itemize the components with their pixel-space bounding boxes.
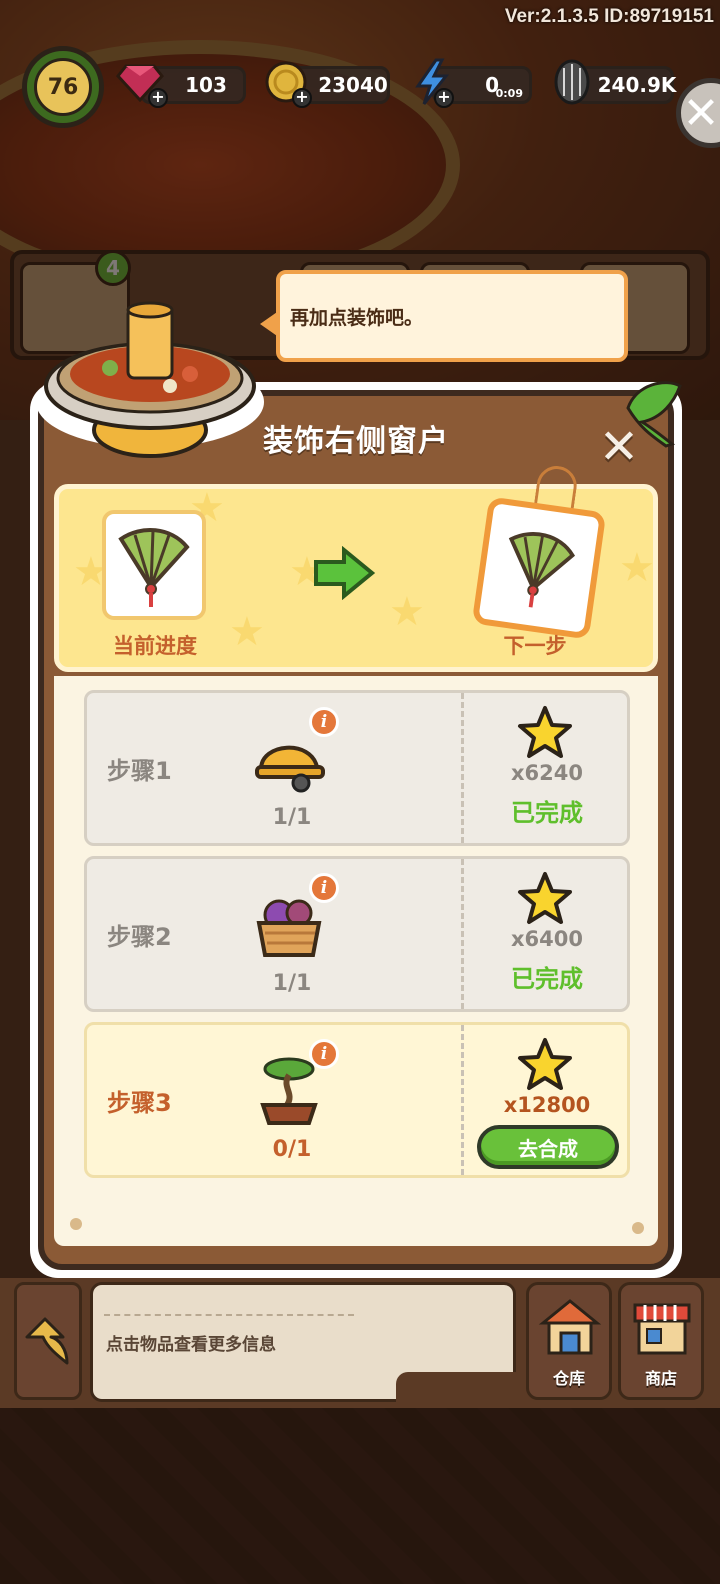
back-button[interactable] (14, 1282, 82, 1400)
next-item-tag[interactable] (471, 496, 607, 640)
step-row: 步骤3 i 0/1 x12800 去合成 (84, 1022, 630, 1178)
step-label: 步骤2 (107, 923, 172, 951)
warehouse-icon (538, 1299, 602, 1355)
step-label: 步骤1 (107, 757, 172, 785)
current-progress-label: 当前进度 (113, 634, 197, 658)
shop-label: 商店 (644, 1369, 677, 1388)
next-step-label: 下一步 (503, 634, 567, 658)
modal-close-button[interactable]: ✕ (594, 422, 644, 472)
version-label: Ver:2.1.3.5 ID:89719151 (504, 6, 714, 27)
shop-button[interactable]: 商店 (618, 1282, 704, 1400)
status-completed: 已完成 (511, 965, 583, 993)
step-count: 1/1 (272, 971, 312, 996)
info-icon[interactable]: i (309, 873, 339, 903)
sunflower-seed-icon (548, 58, 596, 106)
seed-value: 240.9K (597, 73, 677, 97)
star-icon (518, 872, 572, 924)
go-merge-button[interactable]: 去合成 (477, 1125, 619, 1169)
info-icon[interactable]: i (309, 1039, 339, 1069)
star-pattern-icon: ★ (619, 545, 655, 591)
reward-amount: x6240 (511, 761, 583, 785)
modal-title: 装饰右侧窗户 (263, 424, 449, 459)
step-row: 步骤2 i 1/1 x6400 已完成 (84, 856, 630, 1012)
gem-value: 103 (185, 73, 227, 97)
folding-fan-icon (508, 532, 576, 608)
coin-value: 23040 (318, 73, 388, 97)
back-arrow-icon (25, 1317, 69, 1365)
warehouse-label: 仓库 (552, 1369, 585, 1388)
current-item-slot[interactable] (102, 510, 206, 620)
info-icon[interactable]: i (309, 707, 339, 737)
level-badge[interactable]: 76 (22, 46, 104, 128)
shop-icon (633, 1303, 691, 1355)
close-icon[interactable]: ✕ (676, 78, 720, 148)
add-gems-icon[interactable]: + (148, 88, 168, 108)
folding-fan-icon (118, 527, 190, 607)
step-count: 0/1 (272, 1137, 312, 1162)
star-icon (518, 706, 572, 758)
star-pattern-icon: ★ (389, 589, 425, 635)
info-divider (104, 1314, 354, 1316)
add-energy-icon[interactable]: + (434, 88, 454, 108)
decor-dot (632, 1222, 644, 1234)
warehouse-button[interactable]: 仓库 (526, 1282, 612, 1400)
energy-timer: 0:09 (495, 87, 523, 100)
arrow-right-icon (314, 546, 376, 600)
add-coins-icon[interactable]: + (292, 88, 312, 108)
info-panel-tab (396, 1372, 516, 1402)
step-row: 步骤1 i 1/1 x6240 已完成 (84, 690, 630, 846)
reward-amount: x12800 (503, 1093, 591, 1117)
decor-dot (70, 1218, 82, 1230)
reward-amount: x6400 (511, 927, 583, 951)
step-count: 1/1 (272, 805, 312, 830)
star-icon (518, 1038, 572, 1090)
status-completed: 已完成 (511, 799, 583, 827)
speech-text: 再加点装饰吧。 (290, 306, 424, 329)
star-pattern-icon: ★ (229, 609, 265, 655)
step-label: 步骤3 (107, 1089, 172, 1117)
item-info-text: 点击物品查看更多信息 (106, 1335, 276, 1355)
speech-bubble: 再加点装饰吧。 (276, 270, 628, 362)
level-value: 76 (34, 58, 92, 116)
